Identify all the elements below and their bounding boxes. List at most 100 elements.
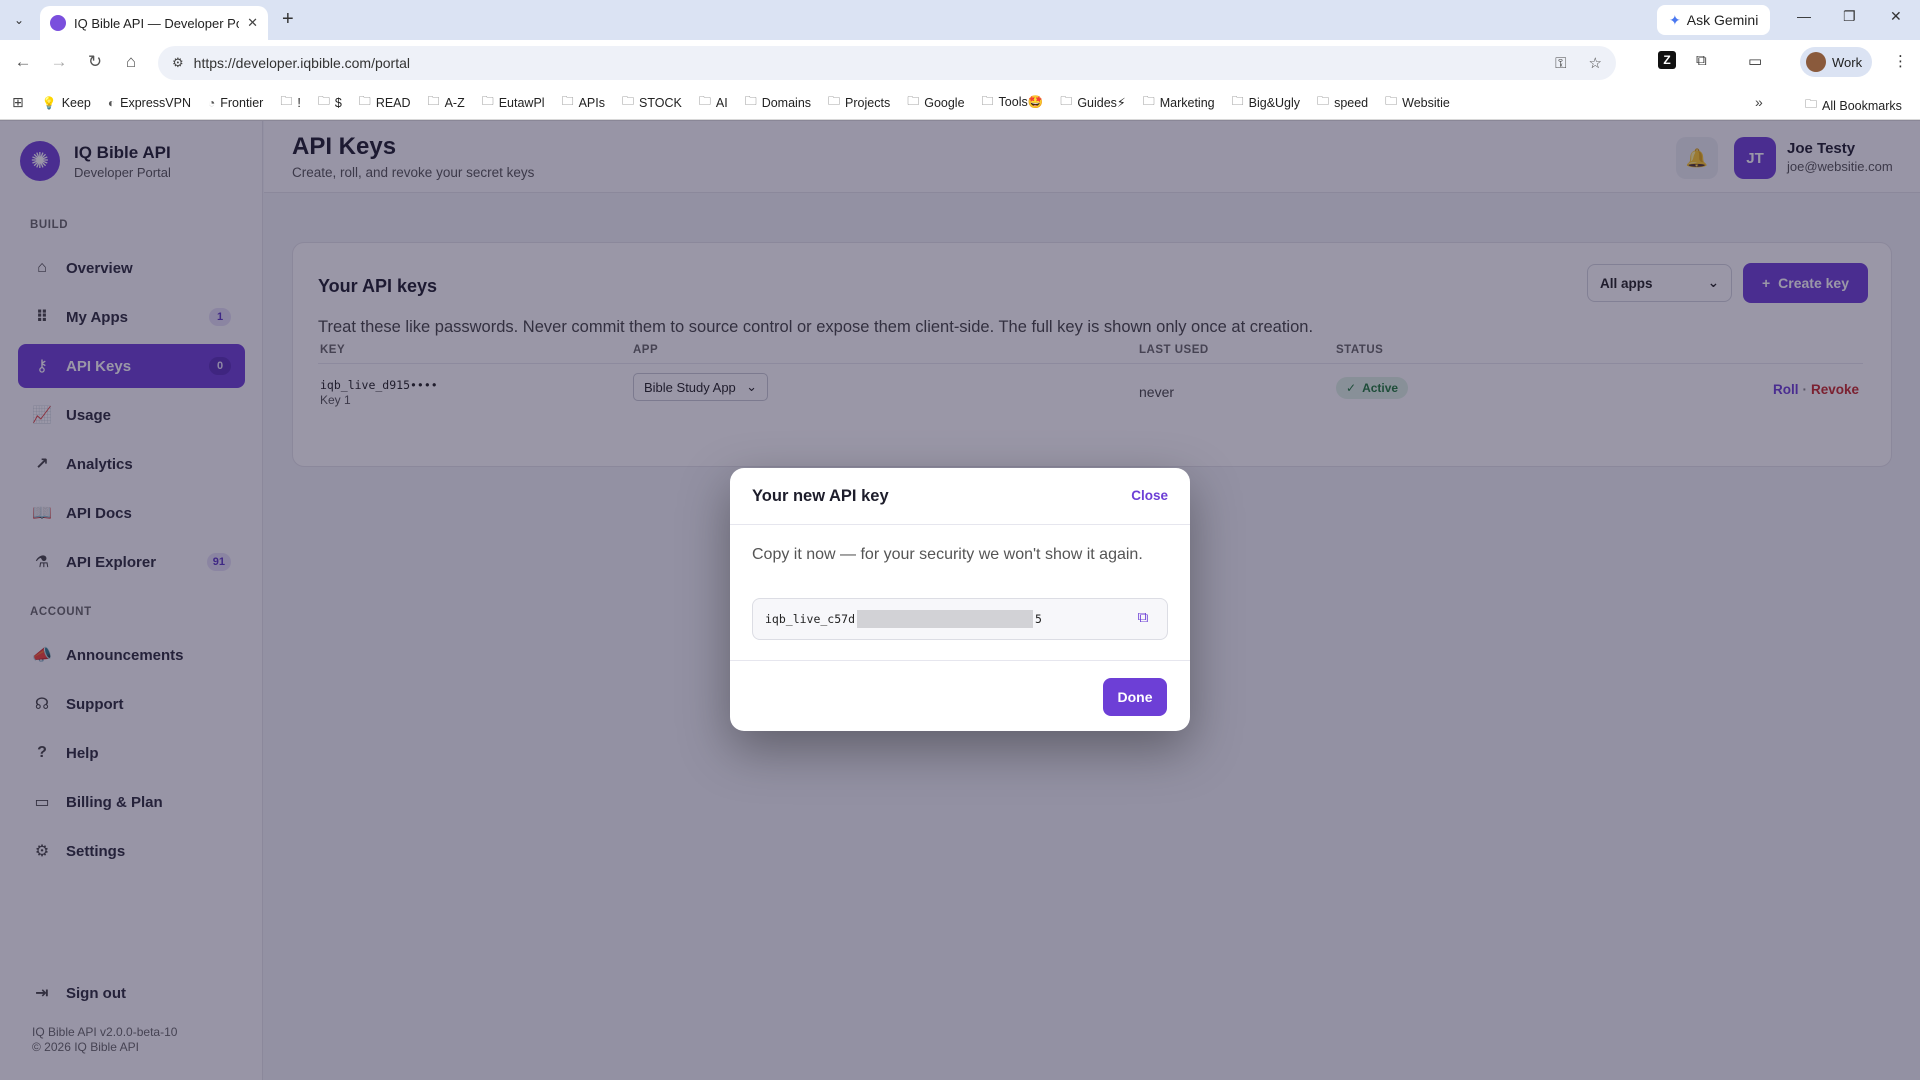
folder-icon: 🗀 bbox=[828, 94, 841, 108]
bookmark-item[interactable]: 🗀 Marketing bbox=[1143, 92, 1215, 113]
browser-tab[interactable]: IQ Bible API — Developer Portal ✕ bbox=[40, 6, 268, 40]
tab-close-icon[interactable]: ✕ bbox=[247, 15, 258, 31]
ask-gemini-button[interactable]: ✦ Ask Gemini bbox=[1657, 5, 1771, 35]
profile-label: Work bbox=[1832, 54, 1863, 70]
back-icon[interactable]: ← bbox=[12, 52, 34, 72]
bookmark-item[interactable]: 🗀 STOCK bbox=[622, 92, 682, 113]
tab-list-chevron-icon[interactable]: ⌄ bbox=[8, 9, 30, 31]
bookmark-label: Guides⚡ bbox=[1077, 96, 1126, 110]
frontier-icon: ◔ bbox=[208, 95, 216, 110]
bookmark-item[interactable]: 🗀! bbox=[280, 92, 301, 113]
bookmark-label: $ bbox=[334, 95, 342, 110]
bookmark-label: Domains bbox=[761, 95, 812, 110]
expressvpn-icon: ◐ bbox=[107, 95, 116, 110]
bookmark-list: 💡 Keep ◐ ExpressVPN ◔ Frontier 🗀! 🗀 $ 🗀 READ 🗀 A-Z 🗀 E… bbox=[42, 92, 1467, 113]
bookmark-label: A-Z bbox=[444, 95, 465, 110]
bookmark-label: Keep bbox=[61, 95, 91, 110]
dialog-header: Your new API key Close bbox=[730, 468, 1190, 525]
cast-icon[interactable]: ▭ bbox=[1748, 52, 1762, 70]
bookmarks-bar: ⊞ 💡 Keep ◐ ExpressVPN ◔ Frontier 🗀! 🗀 $ 🗀 READ 🗀 A-Z… bbox=[0, 86, 1920, 120]
forward-icon[interactable]: → bbox=[48, 52, 70, 72]
ask-gemini-label: Ask Gemini bbox=[1686, 12, 1759, 28]
bookmark-item[interactable]: 🗀 Big&Ugly bbox=[1232, 92, 1300, 113]
folder-icon: 🗀 bbox=[1142, 94, 1155, 108]
folder-icon: 🗀 bbox=[1317, 94, 1330, 108]
bookmark-label: AI bbox=[715, 95, 728, 110]
folder-icon: 🗀 bbox=[1385, 94, 1398, 108]
minimize-icon[interactable]: — bbox=[1797, 8, 1811, 24]
folder-icon: 🗀 bbox=[280, 94, 293, 108]
folder-icon: 🗀 bbox=[744, 94, 757, 108]
bookmark-item[interactable]: 🗀 Projects bbox=[828, 92, 890, 113]
bookmark-label: STOCK bbox=[639, 95, 682, 110]
new-tab-icon[interactable]: + bbox=[282, 8, 294, 31]
bookmark-item[interactable]: 🗀 Tools🤩 bbox=[982, 92, 1044, 113]
bookmark-label: speed bbox=[1334, 95, 1369, 110]
folder-icon: 🗀 bbox=[1231, 94, 1244, 108]
password-key-icon[interactable]: ⚿ bbox=[1555, 55, 1566, 72]
new-key-prefix: iqb_live_c57d bbox=[765, 612, 856, 626]
bookmark-label: EutawPl bbox=[498, 95, 545, 110]
bookmark-item[interactable]: 🗀 READ bbox=[359, 92, 411, 113]
more-bookmarks-icon[interactable]: » bbox=[1755, 94, 1763, 110]
folder-icon: 🗀 bbox=[1060, 94, 1073, 108]
bookmark-item[interactable]: ◐ ExpressVPN bbox=[108, 96, 191, 110]
bookmark-item[interactable]: 💡 Keep bbox=[42, 96, 91, 110]
bookmark-label: Tools🤩 bbox=[998, 95, 1044, 109]
site-favicon-icon bbox=[50, 15, 66, 31]
folder-icon: 🗀 bbox=[317, 94, 330, 108]
profile-avatar bbox=[1806, 52, 1826, 72]
restore-icon[interactable]: ❐ bbox=[1843, 8, 1856, 25]
tab-title: IQ Bible API — Developer Portal bbox=[74, 15, 239, 31]
folder-icon: 🗀 bbox=[481, 94, 494, 108]
apps-grid-icon[interactable]: ⊞ bbox=[12, 94, 24, 111]
keep-icon: 💡 bbox=[41, 95, 57, 110]
done-button[interactable]: Done bbox=[1103, 678, 1167, 716]
copy-icon[interactable]: ⧉ bbox=[1133, 609, 1153, 629]
bookmark-item[interactable]: 🗀 speed bbox=[1317, 92, 1368, 113]
bookmark-star-icon[interactable]: ☆ bbox=[1589, 54, 1602, 72]
reload-icon[interactable]: ↻ bbox=[84, 52, 106, 72]
window-close-icon[interactable]: ✕ bbox=[1890, 8, 1902, 25]
bookmark-item[interactable]: 🗀 Google bbox=[907, 92, 964, 113]
folder-icon: 🗀 bbox=[698, 94, 711, 108]
all-bookmarks-button[interactable]: 🗀 All Bookmarks bbox=[1805, 95, 1902, 116]
bookmark-item[interactable]: 🗀 A-Z bbox=[428, 92, 465, 113]
new-key-field[interactable]: iqb_live_c57d 5 ⧉ bbox=[752, 598, 1168, 640]
browser-menu-icon[interactable]: ⋮ bbox=[1893, 52, 1908, 70]
new-key-suffix: 5 bbox=[1035, 612, 1042, 626]
bookmark-item[interactable]: 🗀 Domains bbox=[745, 92, 811, 113]
bookmark-label: APIs bbox=[578, 95, 605, 110]
bookmark-label: ExpressVPN bbox=[120, 95, 191, 110]
folder-icon: 🗀 bbox=[358, 94, 371, 108]
dialog-close-button[interactable]: Close bbox=[1131, 488, 1168, 503]
folder-icon: 🗀 bbox=[622, 94, 635, 108]
url-text[interactable]: https://developer.iqbible.com/portal bbox=[194, 55, 1533, 71]
address-bar[interactable]: ⚙ https://developer.iqbible.com/portal ⚿… bbox=[158, 46, 1616, 80]
gemini-sparkle-icon: ✦ bbox=[1669, 11, 1681, 28]
bookmark-item[interactable]: 🗀 $ bbox=[318, 92, 342, 113]
bookmark-label: READ bbox=[375, 95, 411, 110]
bookmark-label: Marketing bbox=[1159, 95, 1215, 110]
profile-button[interactable]: Work bbox=[1800, 47, 1873, 77]
bookmark-item[interactable]: ◔ Frontier bbox=[208, 96, 263, 110]
site-info-icon[interactable]: ⚙ bbox=[172, 55, 184, 71]
bookmark-item[interactable]: 🗀 APIs bbox=[562, 92, 605, 113]
bookmark-item[interactable]: 🗀 Guides⚡ bbox=[1060, 92, 1125, 113]
browser-tab-bar: ⌄ IQ Bible API — Developer Portal ✕ + ✦ … bbox=[0, 0, 1920, 40]
home-icon[interactable]: ⌂ bbox=[120, 52, 142, 72]
dialog-footer-divider bbox=[730, 660, 1190, 661]
new-api-key-dialog: Your new API key Close Copy it now — for… bbox=[730, 468, 1190, 731]
folder-icon: 🗀 bbox=[427, 94, 440, 108]
bookmark-item[interactable]: 🗀 AI bbox=[699, 92, 728, 113]
extensions-puzzle-icon[interactable]: ⧉ bbox=[1696, 52, 1707, 69]
all-bookmarks-label: All Bookmarks bbox=[1822, 98, 1902, 113]
bookmark-label: ! bbox=[297, 95, 301, 110]
bookmark-item[interactable]: 🗀 EutawPl bbox=[482, 92, 545, 113]
folder-icon: 🗀 bbox=[561, 94, 574, 108]
folder-icon: 🗀 bbox=[981, 94, 994, 108]
dialog-title: Your new API key bbox=[752, 487, 889, 505]
extension-z-icon[interactable]: Z bbox=[1658, 51, 1676, 69]
redacted-key-segment bbox=[857, 610, 1034, 628]
bookmark-item[interactable]: 🗀 Websitie bbox=[1385, 92, 1450, 113]
